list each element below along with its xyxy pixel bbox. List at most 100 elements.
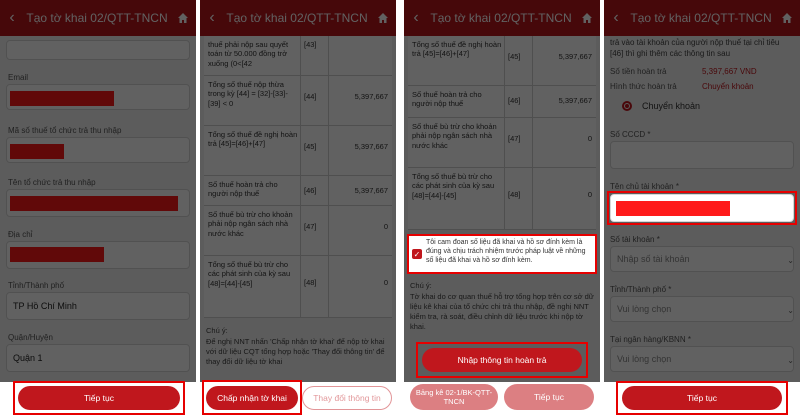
back-arrow-icon[interactable]: ‹ <box>404 9 428 27</box>
method-value: Chuyển khoản <box>702 82 754 91</box>
province-input[interactable]: TP Hồ Chí Minh <box>6 292 190 320</box>
note-title: Chú ý: <box>206 326 228 335</box>
row-label: Số thuế hoàn trả cho người nộp thuế <box>208 180 278 199</box>
highlight-box <box>202 380 302 415</box>
account-label: Số tài khoản * <box>610 235 660 244</box>
row-value: 0 <box>383 278 388 287</box>
row-code: [48] <box>304 278 317 287</box>
home-icon[interactable] <box>370 12 396 24</box>
province-select[interactable]: Vui lòng chọn <box>610 296 794 322</box>
note-text: Tờ khai do cơ quan thuế hỗ trợ tổng hợp … <box>410 292 594 332</box>
province-label: Tỉnh/Thành phố <box>8 281 65 290</box>
change-info-button[interactable]: Thay đổi thông tin <box>302 386 392 410</box>
redacted-email <box>10 91 114 106</box>
back-arrow-icon[interactable]: ‹ <box>0 9 24 27</box>
row-value: 5,397,667 <box>558 52 592 61</box>
highlight-box <box>607 191 797 225</box>
row-label: Số thuế hoàn trả cho người nộp thuế <box>412 90 482 109</box>
row-label: Tổng số thuế nộp thừa trong kỳ [44] = [3… <box>208 80 288 108</box>
highlight-box <box>13 381 185 415</box>
app-header: ‹ Tạo tờ khai 02/QTT-TNCN <box>604 0 800 36</box>
redacted-org-tax <box>10 144 64 159</box>
header-title: Tạo tờ khai 02/QTT-TNCN <box>226 11 368 25</box>
table-row: thuế phải nộp sau quyết toán từ 50.000 đ… <box>204 36 392 76</box>
redacted-org-name <box>10 196 178 211</box>
owner-label: Tên chủ tài khoản * <box>610 182 679 191</box>
row-code: [46] <box>508 96 521 105</box>
chevron-down-icon: ⌄ <box>787 306 794 315</box>
home-icon[interactable] <box>574 12 600 24</box>
table-row: Số thuế hoàn trả cho người nộp thuế [46]… <box>408 86 596 118</box>
previous-field-input[interactable] <box>6 40 190 60</box>
header-title: Tạo tờ khai 02/QTT-TNCN <box>430 11 572 25</box>
row-label: Số thuế bù trừ cho khoản phải nộp ngân s… <box>412 122 497 150</box>
screen-commitment: ‹ Tạo tờ khai 02/QTT-TNCN Tổng số thuế đ… <box>404 0 600 418</box>
home-icon[interactable] <box>774 12 800 24</box>
row-code: [45] <box>304 142 317 151</box>
screen-refund-info: ‹ Tạo tờ khai 02/QTT-TNCN trả vào tài kh… <box>604 0 800 418</box>
transfer-radio[interactable] <box>622 101 632 111</box>
row-label: Tổng số thuế đề nghị hoàn trả [45]=[46]+… <box>208 130 298 149</box>
note-text: Để nghị NNT nhấn 'Chấp nhận tờ khai' để … <box>206 337 385 367</box>
amount-value: 5,397,667 VND <box>702 67 757 76</box>
address-label: Địa chỉ <box>8 230 33 239</box>
org-tax-label: Mã số thuế tổ chức trả thu nhập <box>8 126 122 135</box>
row-label: Số thuế bù trừ cho khoản phải nộp ngân s… <box>208 210 293 238</box>
app-header: ‹ Tạo tờ khai 02/QTT-TNCN <box>404 0 600 36</box>
tax-table: Tổng số thuế đề nghị hoàn trả [45]=[46]+… <box>408 36 596 230</box>
account-input[interactable]: Nhập số tài khoản <box>610 246 794 272</box>
row-code: [43] <box>304 40 317 49</box>
row-code: [48] <box>508 190 521 199</box>
tax-table: thuế phải nộp sau quyết toán từ 50.000 đ… <box>204 36 392 318</box>
table-divider <box>300 36 301 318</box>
cccd-label: Số CCCD * <box>610 130 651 139</box>
row-value: 5,397,667 <box>558 96 592 105</box>
bank-select[interactable]: Vui lòng chọn <box>610 346 794 372</box>
row-value: 0 <box>383 222 388 231</box>
highlight-box <box>407 234 597 274</box>
back-arrow-icon[interactable]: ‹ <box>604 9 628 27</box>
row-label: Tổng số thuế đề nghị hoàn trả [45]=[46]+… <box>412 40 502 59</box>
attachment-button[interactable]: Bảng kê 02-1/BK-QTT-TNCN <box>410 384 498 410</box>
method-label: Hình thức hoàn trả <box>610 82 677 91</box>
row-value: 5,397,667 <box>354 142 388 151</box>
amount-label: Số tiền hoàn trả <box>610 67 667 76</box>
chevron-down-icon: ⌄ <box>787 256 794 265</box>
province-label: Tỉnh/Thành phố * <box>610 285 672 294</box>
row-code: [47] <box>508 134 521 143</box>
district-input[interactable]: Quận 1 <box>6 344 190 372</box>
screen-tax-summary: ‹ Tạo tờ khai 02/QTT-TNCN thuế phải nộp … <box>200 0 396 418</box>
table-row: Tổng số thuế bù trừ cho các phát sinh củ… <box>408 168 596 230</box>
table-row: Số thuế bù trừ cho khoản phải nộp ngân s… <box>204 206 392 256</box>
note-title: Chú ý: <box>410 281 432 290</box>
app-header: ‹ Tạo tờ khai 02/QTT-TNCN <box>200 0 396 36</box>
radio-label: Chuyển khoản <box>642 101 701 111</box>
back-arrow-icon[interactable]: ‹ <box>200 9 224 27</box>
row-label: Tổng số thuế bù trừ cho các phát sinh củ… <box>412 172 495 200</box>
row-code: [46] <box>304 186 317 195</box>
row-code: [44] <box>304 92 317 101</box>
table-divider <box>328 36 329 318</box>
org-name-label: Tên tổ chức trả thu nhập <box>8 178 96 187</box>
cccd-input[interactable] <box>610 141 794 169</box>
table-row: Tổng số thuế đề nghị hoàn trả [45]=[46]+… <box>408 36 596 86</box>
screen-form-info: ‹ Tạo tờ khai 02/QTT-TNCN Email Mã số th… <box>0 0 196 418</box>
table-row: Số thuế bù trừ cho khoản phải nộp ngân s… <box>408 118 596 168</box>
row-label: thuế phải nộp sau quyết toán từ 50.000 đ… <box>208 40 289 68</box>
table-row: Tổng số thuế nộp thừa trong kỳ [44] = [3… <box>204 76 392 126</box>
app-header: ‹ Tạo tờ khai 02/QTT-TNCN <box>0 0 196 36</box>
row-label: Tổng số thuế bù trừ cho các phát sinh củ… <box>208 260 291 288</box>
highlight-box <box>416 342 588 378</box>
table-divider <box>504 36 505 230</box>
bank-label: Tại ngân hàng/KBNN * <box>610 335 691 344</box>
home-icon[interactable] <box>170 12 196 24</box>
row-value: 5,397,667 <box>354 92 388 101</box>
continue-button[interactable]: Tiếp tục <box>504 384 594 410</box>
chevron-down-icon: ⌄ <box>787 356 794 365</box>
table-row: Số thuế hoàn trả cho người nộp thuế [46]… <box>204 176 392 206</box>
refund-intro-text: trả vào tài khoản của người nộp thuế tại… <box>610 38 780 58</box>
row-code: [45] <box>508 52 521 61</box>
header-title: Tạo tờ khai 02/QTT-TNCN <box>26 11 168 25</box>
row-code: [47] <box>304 222 317 231</box>
row-value: 0 <box>587 190 592 199</box>
